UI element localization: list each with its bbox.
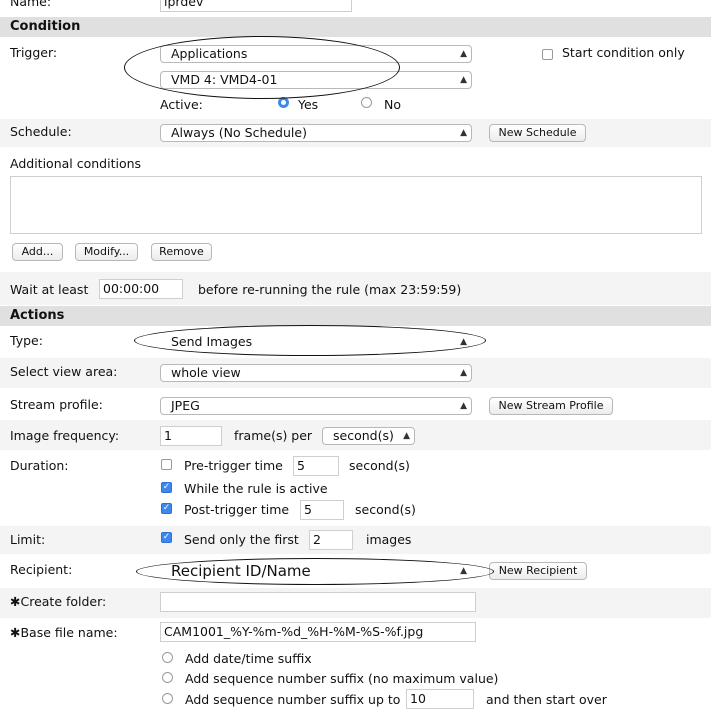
suffix-datetime-radio[interactable] (162, 652, 173, 663)
active-yes-radio[interactable] (278, 97, 289, 108)
actions-header: Actions (0, 306, 711, 326)
additional-conditions-label: Additional conditions (10, 156, 142, 171)
suffix-datetime-label: Add date/time suffix (185, 651, 312, 666)
select-arrow-icon: ▲ (460, 368, 467, 378)
active-no-label: No (384, 97, 401, 112)
frequency-unit-value: second(s) (333, 428, 394, 443)
name-input[interactable]: lprdev (160, 0, 352, 12)
image-frequency-input[interactable]: 1 (160, 426, 222, 446)
view-area-row: Select view area: whole view ▲ (0, 358, 711, 388)
limit-row: Limit: ✓ Send only the first 2 images (0, 526, 711, 554)
wait-label: Wait at least (10, 282, 89, 297)
start-condition-checkbox[interactable] (542, 49, 553, 60)
new-schedule-button[interactable]: New Schedule (489, 124, 586, 142)
post-trigger-checkbox[interactable]: ✓ (161, 503, 172, 514)
start-condition-label: Start condition only (562, 45, 685, 60)
limit-unit: images (366, 532, 412, 547)
image-frequency-label: Image frequency: (10, 428, 120, 443)
recipient-select-value: Recipient ID/Name (171, 562, 311, 580)
while-active-checkbox[interactable]: ✓ (161, 482, 172, 493)
base-file-row: ✱Base file name: CAM1001_%Y-%m-%d_%H-%M-… (0, 619, 711, 709)
schedule-row: Schedule: Always (No Schedule) ▲ New Sche… (0, 119, 711, 147)
schedule-select-value: Always (No Schedule) (171, 125, 307, 140)
select-arrow-icon: ▲ (403, 431, 410, 441)
post-trigger-input[interactable]: 5 (300, 500, 344, 520)
type-row: Type: Send Images ▲ (0, 327, 711, 357)
select-arrow-icon: ▲ (460, 337, 467, 347)
view-area-select-value: whole view (171, 365, 241, 380)
wait-input[interactable]: 00:00:00 (99, 279, 183, 299)
trigger-select-value: Applications (171, 46, 248, 61)
schedule-select[interactable]: Always (No Schedule) ▲ (160, 124, 472, 142)
condition-header: Condition (0, 17, 711, 37)
post-trigger-unit: second(s) (355, 502, 416, 517)
recipient-row: Recipient: Recipient ID/Name ▲ New Recipi… (0, 555, 711, 587)
active-label: Active: (160, 97, 203, 112)
view-area-label: Select view area: (10, 364, 118, 379)
select-arrow-icon: ▲ (460, 49, 467, 59)
suffix-sequence-upto-radio[interactable] (162, 693, 173, 704)
new-stream-profile-button[interactable]: New Stream Profile (489, 397, 613, 415)
send-only-label: Send only the first (184, 532, 299, 547)
base-file-label: ✱Base file name: (10, 625, 118, 640)
trigger-sub-select[interactable]: VMD 4: VMD4-01 ▲ (160, 71, 472, 89)
select-arrow-icon: ▲ (460, 401, 467, 411)
duration-row: Duration: Pre-trigger time 5 second(s) ✓… (0, 451, 711, 525)
frequency-unit-select[interactable]: second(s) ▲ (322, 427, 415, 445)
active-yes-label: Yes (298, 97, 319, 112)
remove-condition-button[interactable]: Remove (151, 243, 212, 261)
modify-condition-button[interactable]: Modify... (75, 243, 138, 261)
suffix-upto-input[interactable]: 10 (406, 689, 474, 709)
wait-suffix: before re-running the rule (max 23:59:59… (198, 282, 462, 297)
pre-trigger-label: Pre-trigger time (184, 458, 283, 473)
image-frequency-row: Image frequency: 1 frame(s) per second(s… (0, 420, 711, 450)
condition-header-text: Condition (10, 19, 81, 34)
trigger-label: Trigger: (10, 45, 58, 60)
frames-per-label: frame(s) per (234, 428, 313, 443)
base-file-input[interactable]: CAM1001_%Y-%m-%d_%H-%M-%S-%f.jpg (160, 622, 476, 642)
recipient-label: Recipient: (10, 562, 73, 577)
new-recipient-button[interactable]: New Recipient (489, 562, 587, 580)
limit-checkbox[interactable]: ✓ (161, 532, 172, 543)
select-arrow-icon: ▲ (460, 128, 467, 138)
additional-conditions-list[interactable] (10, 176, 702, 234)
type-label: Type: (10, 333, 43, 348)
additional-conditions-row: Additional conditions Add... Modify... R… (0, 148, 711, 268)
type-select-value: Send Images (171, 334, 253, 349)
schedule-label: Schedule: (10, 124, 72, 139)
select-arrow-icon: ▲ (460, 566, 467, 576)
stream-profile-select-value: JPEG (171, 398, 200, 413)
post-trigger-label: Post-trigger time (184, 502, 290, 517)
create-folder-input[interactable] (160, 592, 476, 612)
select-arrow-icon: ▲ (460, 75, 467, 85)
trigger-select[interactable]: Applications ▲ (160, 45, 472, 63)
add-condition-button[interactable]: Add... (12, 243, 63, 261)
trigger-row: Trigger: Applications ▲ Start condition o… (0, 38, 711, 118)
suffix-sequence-label: Add sequence number suffix (no maximum v… (185, 671, 499, 686)
stream-profile-select[interactable]: JPEG ▲ (160, 397, 472, 415)
active-no-radio[interactable] (361, 97, 372, 108)
actions-header-text: Actions (10, 308, 65, 323)
suffix-sequence-radio[interactable] (162, 672, 173, 683)
name-row: Name: lprdev (0, 0, 711, 15)
pre-trigger-input[interactable]: 5 (293, 456, 339, 476)
duration-label: Duration: (10, 458, 69, 473)
trigger-sub-select-value: VMD 4: VMD4-01 (171, 72, 278, 87)
while-active-label: While the rule is active (184, 481, 328, 496)
limit-label: Limit: (10, 532, 46, 547)
stream-profile-row: Stream profile: JPEG ▲ New Stream Profile (0, 389, 711, 419)
stream-profile-label: Stream profile: (10, 397, 103, 412)
pre-trigger-checkbox[interactable] (161, 459, 172, 470)
create-folder-label: ✱Create folder: (10, 594, 107, 609)
pre-trigger-unit: second(s) (349, 458, 410, 473)
create-folder-row: ✱Create folder: (0, 588, 711, 618)
name-label: Name: (10, 0, 52, 9)
view-area-select[interactable]: whole view ▲ (160, 364, 472, 382)
wait-row: Wait at least 00:00:00 before re-running… (0, 272, 711, 305)
recipient-select[interactable]: Recipient ID/Name ▲ (160, 561, 472, 581)
type-select[interactable]: Send Images ▲ (160, 333, 472, 351)
limit-input[interactable]: 2 (309, 530, 353, 550)
